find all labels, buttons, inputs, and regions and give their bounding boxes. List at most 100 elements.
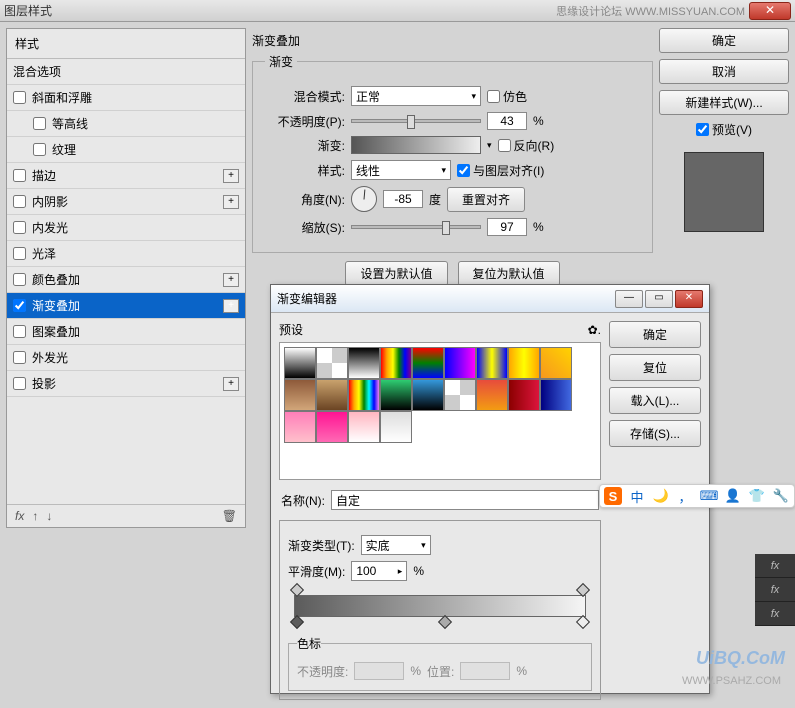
plus-icon[interactable]: + [223,169,239,183]
style-checkbox[interactable] [33,143,46,156]
style-checkbox[interactable] [13,325,26,338]
wrench-icon[interactable]: 🔧 [772,487,790,505]
style-item[interactable]: 渐变叠加+ [7,293,245,319]
plus-icon[interactable]: + [223,273,239,287]
ime-toolbar[interactable]: S 中 🌙 ， ⌨ 👤 👕 🔧 [599,484,795,508]
gradient-swatch[interactable] [476,379,508,411]
style-checkbox[interactable] [33,117,46,130]
style-checkbox[interactable] [13,195,26,208]
reset-default-button[interactable]: 复位为默认值 [458,261,560,286]
gradient-swatch[interactable] [380,411,412,443]
gradient-swatch[interactable] [348,411,380,443]
reset-align-button[interactable]: 重置对齐 [447,187,525,212]
style-item[interactable]: 光泽 [7,241,245,267]
gradient-swatch[interactable] [412,379,444,411]
gradient-swatch[interactable] [284,379,316,411]
angle-dial[interactable] [351,186,377,212]
style-checkbox[interactable] [13,273,26,286]
style-checkbox[interactable] [13,169,26,182]
style-item[interactable]: 斜面和浮雕 [7,85,245,111]
moon-icon[interactable]: 🌙 [652,487,670,505]
style-item[interactable]: 内发光 [7,215,245,241]
blending-options[interactable]: 混合选项 [7,59,245,85]
opacity-stop-right[interactable] [576,583,590,597]
align-checkbox[interactable] [457,164,470,177]
gradient-swatch[interactable] [348,347,380,379]
gradient-swatch[interactable] [508,379,540,411]
editor-reset-button[interactable]: 复位 [609,354,701,381]
style-checkbox[interactable] [13,377,26,390]
dither-checkbox[interactable] [487,90,500,103]
style-checkbox[interactable] [13,91,26,104]
style-item[interactable]: 投影+ [7,371,245,397]
fx-icon[interactable]: fx [15,509,24,523]
reverse-checkbox[interactable] [498,139,511,152]
color-stop-right[interactable] [576,615,590,629]
scale-value[interactable]: 97 [487,218,527,236]
style-item[interactable]: 图案叠加 [7,319,245,345]
style-select[interactable]: 线性▾ [351,160,451,180]
gradient-swatch[interactable] [316,347,348,379]
gradient-swatch[interactable] [508,347,540,379]
plus-icon[interactable]: + [223,377,239,391]
style-checkbox[interactable] [13,221,26,234]
color-stop-mid[interactable] [438,615,452,629]
style-item[interactable]: 纹理 [7,137,245,163]
gradient-swatch[interactable] [380,347,412,379]
opacity-value[interactable]: 43 [487,112,527,130]
person-icon[interactable]: 👤 [724,487,742,505]
style-checkbox[interactable] [13,247,26,260]
maximize-button[interactable]: ▭ [645,290,673,308]
ime-zhong-icon[interactable]: 中 [628,487,646,505]
editor-close-button[interactable]: ✕ [675,290,703,308]
plus-icon[interactable]: + [223,195,239,209]
style-item[interactable]: 等高线 [7,111,245,137]
minimize-button[interactable]: — [615,290,643,308]
new-style-button[interactable]: 新建样式(W)... [659,90,789,115]
down-icon[interactable]: ↓ [46,509,52,523]
scale-slider[interactable] [351,225,481,229]
close-button[interactable]: ✕ [749,2,791,20]
style-item[interactable]: 内阴影+ [7,189,245,215]
smooth-select[interactable]: 100▸ [351,561,407,581]
gradient-strip[interactable] [294,595,586,617]
comma-icon[interactable]: ， [676,487,694,505]
angle-value[interactable]: -85 [383,190,423,208]
gradient-swatch[interactable] [348,379,380,411]
shirt-icon[interactable]: 👕 [748,487,766,505]
gradient-swatch[interactable] [476,347,508,379]
editor-load-button[interactable]: 载入(L)... [609,387,701,414]
gradient-swatch[interactable] [412,347,444,379]
gradient-swatch[interactable] [444,379,476,411]
style-checkbox[interactable] [13,351,26,364]
editor-ok-button[interactable]: 确定 [609,321,701,348]
style-checkbox[interactable] [13,299,26,312]
set-default-button[interactable]: 设置为默认值 [345,261,447,286]
gradient-swatch[interactable] [284,347,316,379]
gradient-swatch[interactable] [540,347,572,379]
preview-checkbox[interactable] [696,123,709,136]
gradient-swatch[interactable] [316,379,348,411]
opacity-stop-left[interactable] [290,583,304,597]
trash-icon[interactable]: 🗑 [222,509,237,523]
gradient-swatch[interactable] [284,411,316,443]
gradient-swatch[interactable] [380,379,412,411]
plus-icon[interactable]: + [223,299,239,313]
blend-mode-select[interactable]: 正常▾ [351,86,481,106]
color-stop-left[interactable] [290,615,304,629]
ime-logo-icon[interactable]: S [604,487,622,505]
cancel-button[interactable]: 取消 [659,59,789,84]
ok-button[interactable]: 确定 [659,28,789,53]
gradient-picker[interactable] [351,136,481,154]
style-item[interactable]: 描边+ [7,163,245,189]
gradient-swatch[interactable] [540,379,572,411]
up-icon[interactable]: ↑ [32,509,38,523]
gear-icon[interactable]: ✿. [588,323,601,337]
type-select[interactable]: 实底▾ [361,535,431,555]
gradient-swatch[interactable] [444,347,476,379]
keyboard-icon[interactable]: ⌨ [700,487,718,505]
style-item[interactable]: 颜色叠加+ [7,267,245,293]
gradient-swatch[interactable] [316,411,348,443]
name-input[interactable] [331,490,599,510]
editor-save-button[interactable]: 存储(S)... [609,420,701,447]
